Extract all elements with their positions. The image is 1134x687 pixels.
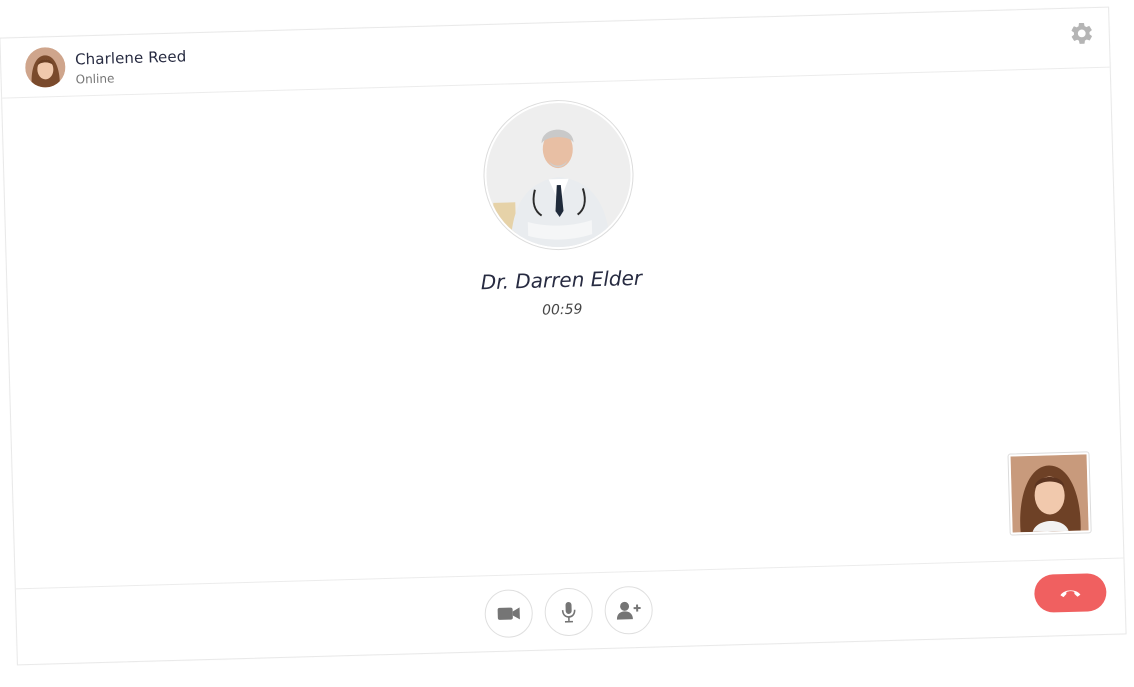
gear-icon — [1071, 22, 1092, 44]
voice-call-card: Charlene Reed Online Dr. Darren Elder 00… — [0, 6, 1127, 666]
self-view-thumbnail[interactable] — [1007, 451, 1092, 536]
user-status: Online — [75, 71, 115, 87]
video-camera-icon — [497, 607, 520, 620]
doctor-avatar — [482, 99, 635, 252]
user-avatar[interactable] — [24, 46, 66, 88]
self-view-image — [1010, 454, 1089, 533]
settings-button[interactable] — [1066, 18, 1097, 49]
user-plus-icon — [616, 601, 641, 620]
self-view-portrait — [1010, 454, 1089, 533]
microphone-icon — [561, 601, 576, 623]
video-toggle-button[interactable] — [484, 588, 534, 639]
stage: Charlene Reed Online Dr. Darren Elder 00… — [0, 0, 1134, 687]
user-avatar-image — [24, 46, 66, 88]
user-name: Charlene Reed — [74, 47, 187, 69]
phone-hangup-icon — [1060, 590, 1081, 598]
call-timer: 00:59 — [541, 301, 583, 319]
doctor-avatar-image — [484, 101, 633, 250]
end-call-button[interactable] — [1033, 572, 1107, 613]
call-main-area: Dr. Darren Elder 00:59 — [2, 68, 1123, 589]
add-user-button[interactable] — [604, 585, 654, 635]
mute-button[interactable] — [544, 587, 594, 637]
doctor-name: Dr. Darren Elder — [480, 265, 643, 295]
